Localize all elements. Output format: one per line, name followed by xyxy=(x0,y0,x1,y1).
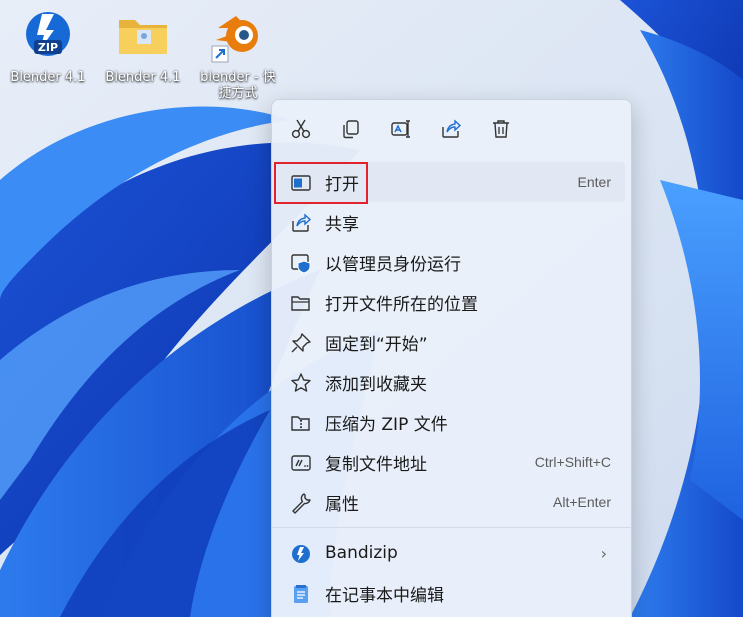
zip-folder-icon xyxy=(290,412,312,434)
context-menu: 打开 Enter 共享 以管理员身份运行 打开文件所在的位置 固定到“开始” 添… xyxy=(271,99,632,617)
pin-icon xyxy=(290,332,312,354)
menu-item-label: 打开 xyxy=(325,174,359,195)
menu-item-label: 压缩为 ZIP 文件 xyxy=(325,414,448,435)
folder-icon xyxy=(115,8,171,64)
rename-icon xyxy=(391,120,410,138)
menu-item-shortcut: Ctrl+Shift+C xyxy=(534,454,611,470)
menu-item-copy-as-path[interactable]: 复制文件地址 Ctrl+Shift+C xyxy=(278,442,625,482)
cut-icon xyxy=(291,119,311,139)
share-button[interactable] xyxy=(434,112,468,146)
zip-archive-icon: ZIP xyxy=(20,8,76,64)
delete-icon xyxy=(493,120,509,138)
menu-item-shortcut: Enter xyxy=(577,174,611,190)
menu-item-label: Bandizip xyxy=(325,543,398,563)
menu-item-label: 在记事本中编辑 xyxy=(325,585,444,606)
folder-open-icon xyxy=(290,292,312,314)
menu-item-label: 属性 xyxy=(325,494,359,515)
menu-item-compress-zip[interactable]: 压缩为 ZIP 文件 xyxy=(278,402,625,442)
menu-item-pin-to-start[interactable]: 固定到“开始” xyxy=(278,322,625,362)
menu-item-open[interactable]: 打开 Enter xyxy=(278,162,625,202)
delete-button[interactable] xyxy=(484,112,518,146)
desktop: ZIP Blender 4.1 Blender 4.1 blender - 快捷… xyxy=(0,0,743,617)
menu-item-properties[interactable]: 属性 Alt+Enter xyxy=(278,482,625,522)
desktop-icon-label: blender - 快捷方式 xyxy=(200,70,276,101)
desktop-icon-folder[interactable]: Blender 4.1 xyxy=(99,8,187,86)
menu-item-edit-in-notepad[interactable]: 在记事本中编辑 xyxy=(278,573,625,613)
menu-item-share[interactable]: 共享 xyxy=(278,202,625,242)
desktop-icon-label: Blender 4.1 xyxy=(10,70,86,85)
quick-action-bar xyxy=(272,112,631,146)
menu-item-open-file-location[interactable]: 打开文件所在的位置 xyxy=(278,282,625,322)
menu-item-label: 打开文件所在的位置 xyxy=(325,294,478,315)
context-menu-items: 打开 Enter 共享 以管理员身份运行 打开文件所在的位置 固定到“开始” 添… xyxy=(272,162,631,613)
copy-icon xyxy=(343,120,359,139)
copy-button[interactable] xyxy=(334,112,368,146)
menu-separator xyxy=(272,527,631,528)
rename-button[interactable] xyxy=(384,112,418,146)
wrench-icon xyxy=(290,492,312,514)
menu-item-label: 共享 xyxy=(325,214,359,235)
share-icon xyxy=(442,119,462,138)
open-icon xyxy=(290,172,312,194)
menu-item-label: 复制文件地址 xyxy=(325,454,427,475)
chevron-right-icon: › xyxy=(600,543,607,563)
menu-item-label: 添加到收藏夹 xyxy=(325,374,427,395)
blender-shortcut-icon xyxy=(210,8,266,64)
menu-item-label: 以管理员身份运行 xyxy=(325,254,461,275)
menu-item-bandizip[interactable]: Bandizip › xyxy=(278,533,625,573)
share-icon xyxy=(290,212,312,234)
svg-text:ZIP: ZIP xyxy=(38,41,58,54)
menu-item-run-as-admin[interactable]: 以管理员身份运行 xyxy=(278,242,625,282)
desktop-icon-blender-shortcut[interactable]: blender - 快捷方式 xyxy=(194,8,282,102)
menu-item-shortcut: Alt+Enter xyxy=(553,494,611,510)
cut-button[interactable] xyxy=(284,112,318,146)
menu-item-add-to-favorites[interactable]: 添加到收藏夹 xyxy=(278,362,625,402)
notepad-icon xyxy=(290,583,312,605)
desktop-icon-zip[interactable]: ZIP Blender 4.1 xyxy=(4,8,92,86)
desktop-icon-label: Blender 4.1 xyxy=(105,70,181,85)
admin-shield-icon xyxy=(290,252,312,274)
star-icon xyxy=(290,372,312,394)
menu-item-label: 固定到“开始” xyxy=(325,334,428,355)
copy-path-icon xyxy=(290,452,312,474)
bandizip-icon xyxy=(290,543,312,565)
